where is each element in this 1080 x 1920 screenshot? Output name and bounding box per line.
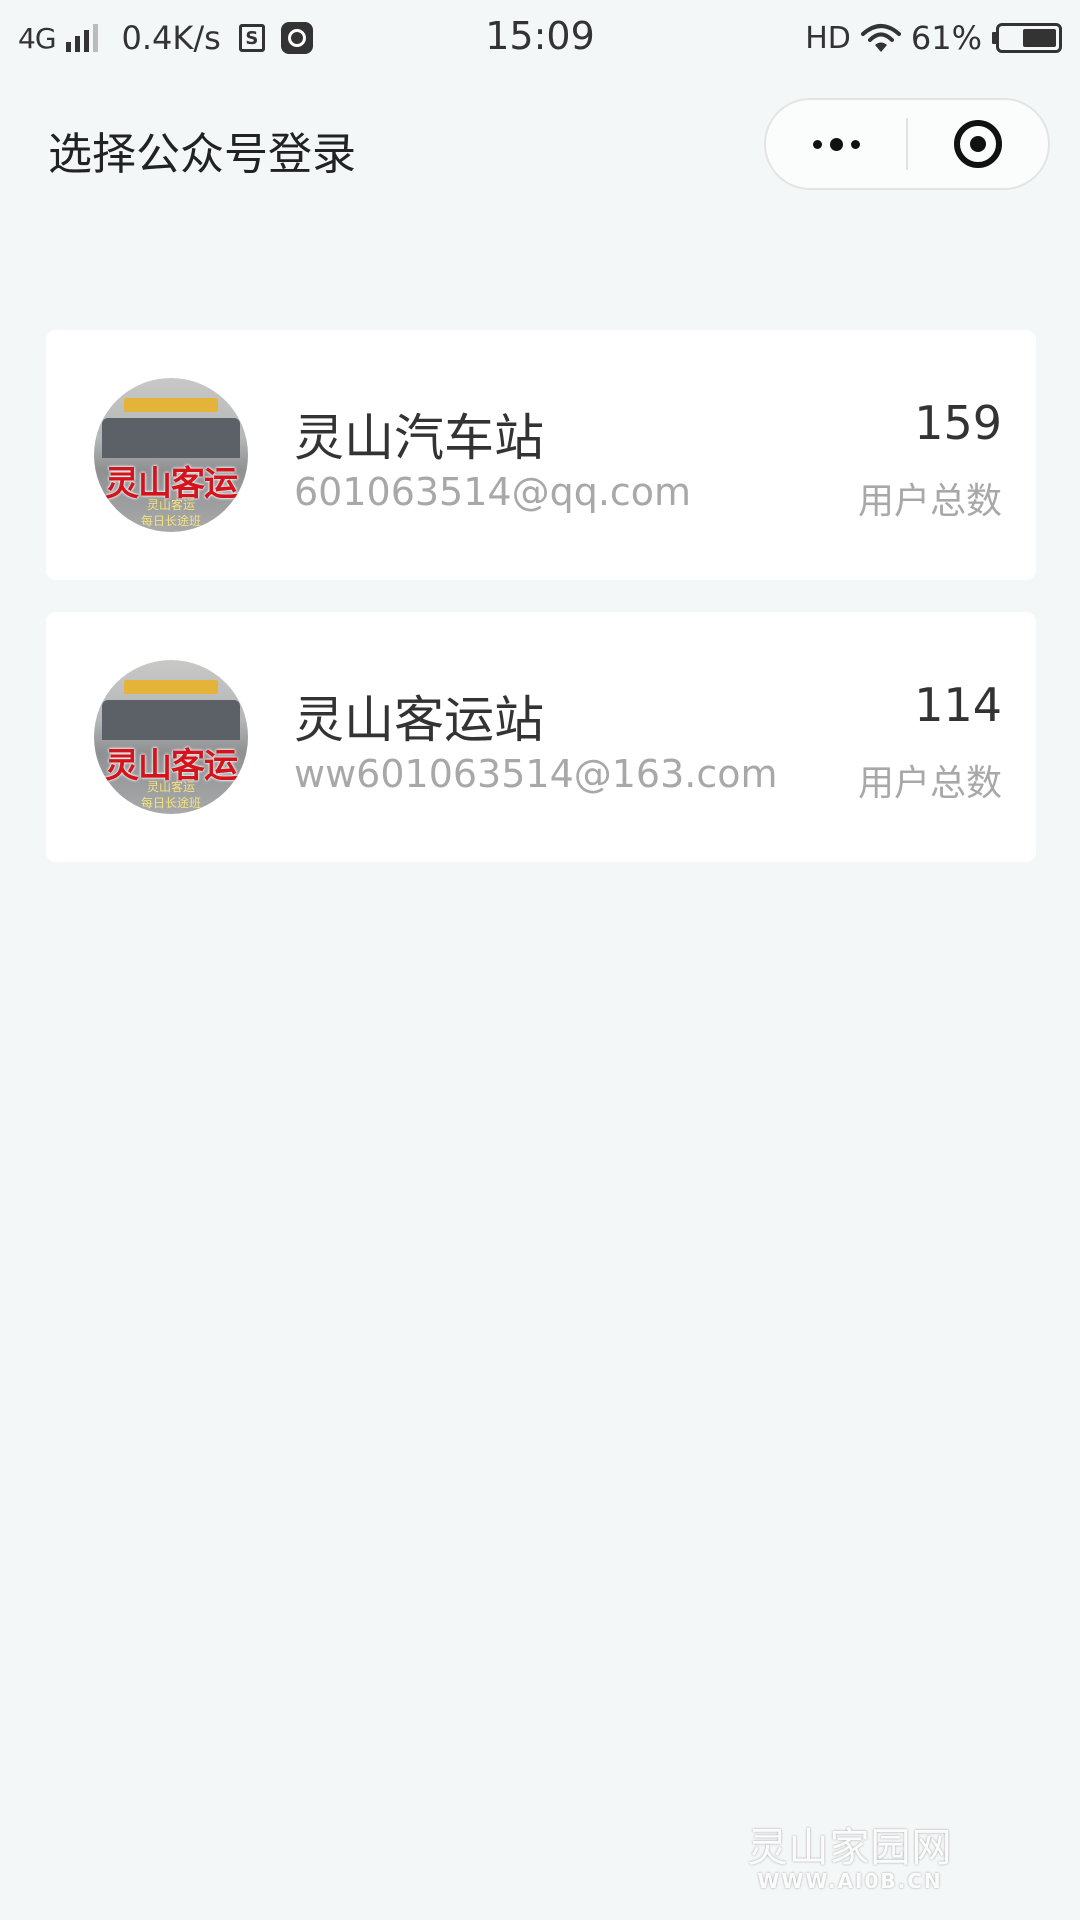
watermark: 灵山家园网 WWW.AI0B.CN [740,1826,960,1892]
wifi-icon [860,24,901,52]
account-email: ww601063514@163.com [294,752,778,796]
user-count: 114 [914,678,1002,732]
avatar-subtext: 每日长途班 [140,796,201,810]
status-bar: 4G 0.4K/s S 15:09 HD 61% [0,0,1080,72]
account-card[interactable]: 灵山客运 灵山客运 每日长途班 灵山汽车站 601063514@qq.com 1… [46,330,1036,580]
account-list: 灵山客运 灵山客运 每日长途班 灵山汽车站 601063514@qq.com 1… [46,330,1036,894]
close-button[interactable] [908,100,1048,188]
avatar-subtext: 每日长途班 [140,514,201,528]
account-avatar: 灵山客运 灵山客运 每日长途班 [94,660,248,814]
more-button[interactable] [766,100,906,188]
battery-icon [992,23,1062,53]
page-title: 选择公众号登录 [48,129,356,180]
avatar-subtext: 灵山客运 [146,780,195,794]
account-name: 灵山汽车站 [294,409,544,467]
avatar-subtext: 灵山客运 [146,498,195,512]
account-email: 601063514@qq.com [294,470,692,514]
more-icon [812,137,860,151]
user-count: 159 [914,396,1002,450]
status-right: HD 61% [805,16,1062,60]
account-avatar: 灵山客运 灵山客运 每日长途班 [94,378,248,532]
watermark-title: 灵山家园网 [747,1825,953,1871]
user-count-label: 用户总数 [857,481,1002,522]
miniprogram-capsule [764,98,1050,190]
battery-fill [1023,29,1056,47]
hd-label: HD [805,20,851,56]
account-card[interactable]: 灵山客运 灵山客运 每日长途班 灵山客运站 ww601063514@163.co… [46,612,1036,862]
account-name: 灵山客运站 [294,691,544,749]
close-icon [954,120,1002,168]
user-count-label: 用户总数 [857,763,1002,804]
battery-percent: 61% [910,19,982,57]
watermark-url: WWW.AI0B.CN [757,1869,943,1893]
